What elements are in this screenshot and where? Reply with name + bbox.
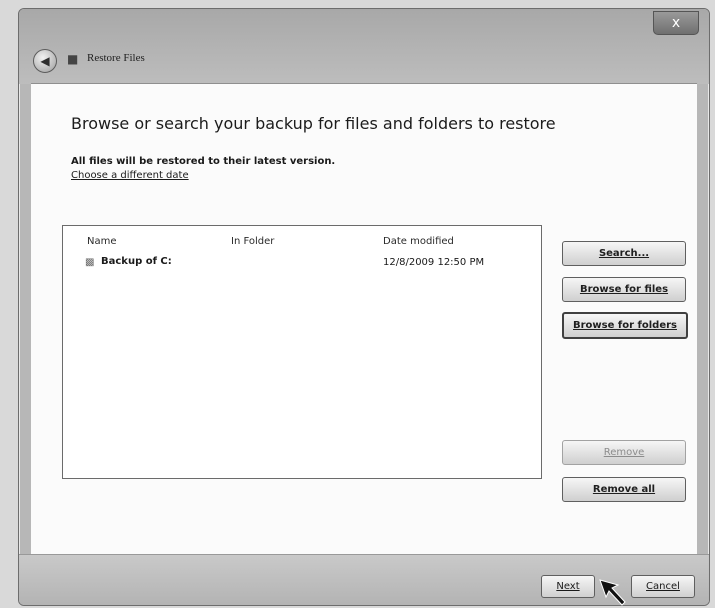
close-button[interactable]: x [653, 11, 699, 35]
remove-button[interactable]: Remove [562, 440, 686, 465]
column-header-in-folder[interactable]: In Folder [231, 236, 274, 247]
column-header-name[interactable]: Name [87, 236, 117, 247]
column-header-date-modified[interactable]: Date modified [383, 236, 454, 247]
cancel-button[interactable]: Cancel [631, 575, 695, 598]
drive-icon: ▩ [85, 257, 95, 268]
list-item-date: 12/8/2009 12:50 PM [383, 257, 485, 268]
file-list[interactable]: Name In Folder Date modified ▩ Backup of… [62, 225, 542, 479]
remove-all-button[interactable]: Remove all [562, 477, 686, 502]
choose-different-date-link[interactable]: Choose a different date [71, 170, 189, 181]
page-title: Browse or search your backup for files a… [71, 114, 556, 133]
back-arrow-icon: ◀ [40, 54, 50, 68]
browse-for-files-button[interactable]: Browse for files [562, 277, 686, 302]
list-item-name: Backup of C: [101, 256, 172, 267]
search-button[interactable]: Search... [562, 241, 686, 266]
wizard-content: Browse or search your backup for files a… [31, 83, 697, 554]
browse-for-folders-button[interactable]: Browse for folders [562, 312, 688, 339]
window-title: Restore Files [87, 52, 145, 64]
restore-info-text: All files will be restored to their late… [71, 156, 336, 167]
back-button[interactable]: ◀ [33, 49, 57, 73]
restore-files-window: ◀ ■ Restore Files x Browse or search you… [18, 8, 710, 606]
title-bar: ◀ ■ Restore Files x [19, 9, 709, 84]
next-button[interactable]: Next [541, 575, 595, 598]
list-item[interactable]: ▩ Backup of C: 12/8/2009 12:50 PM [63, 253, 541, 275]
restore-files-icon: ■ [67, 52, 79, 66]
mouse-pointer-icon [599, 579, 626, 606]
